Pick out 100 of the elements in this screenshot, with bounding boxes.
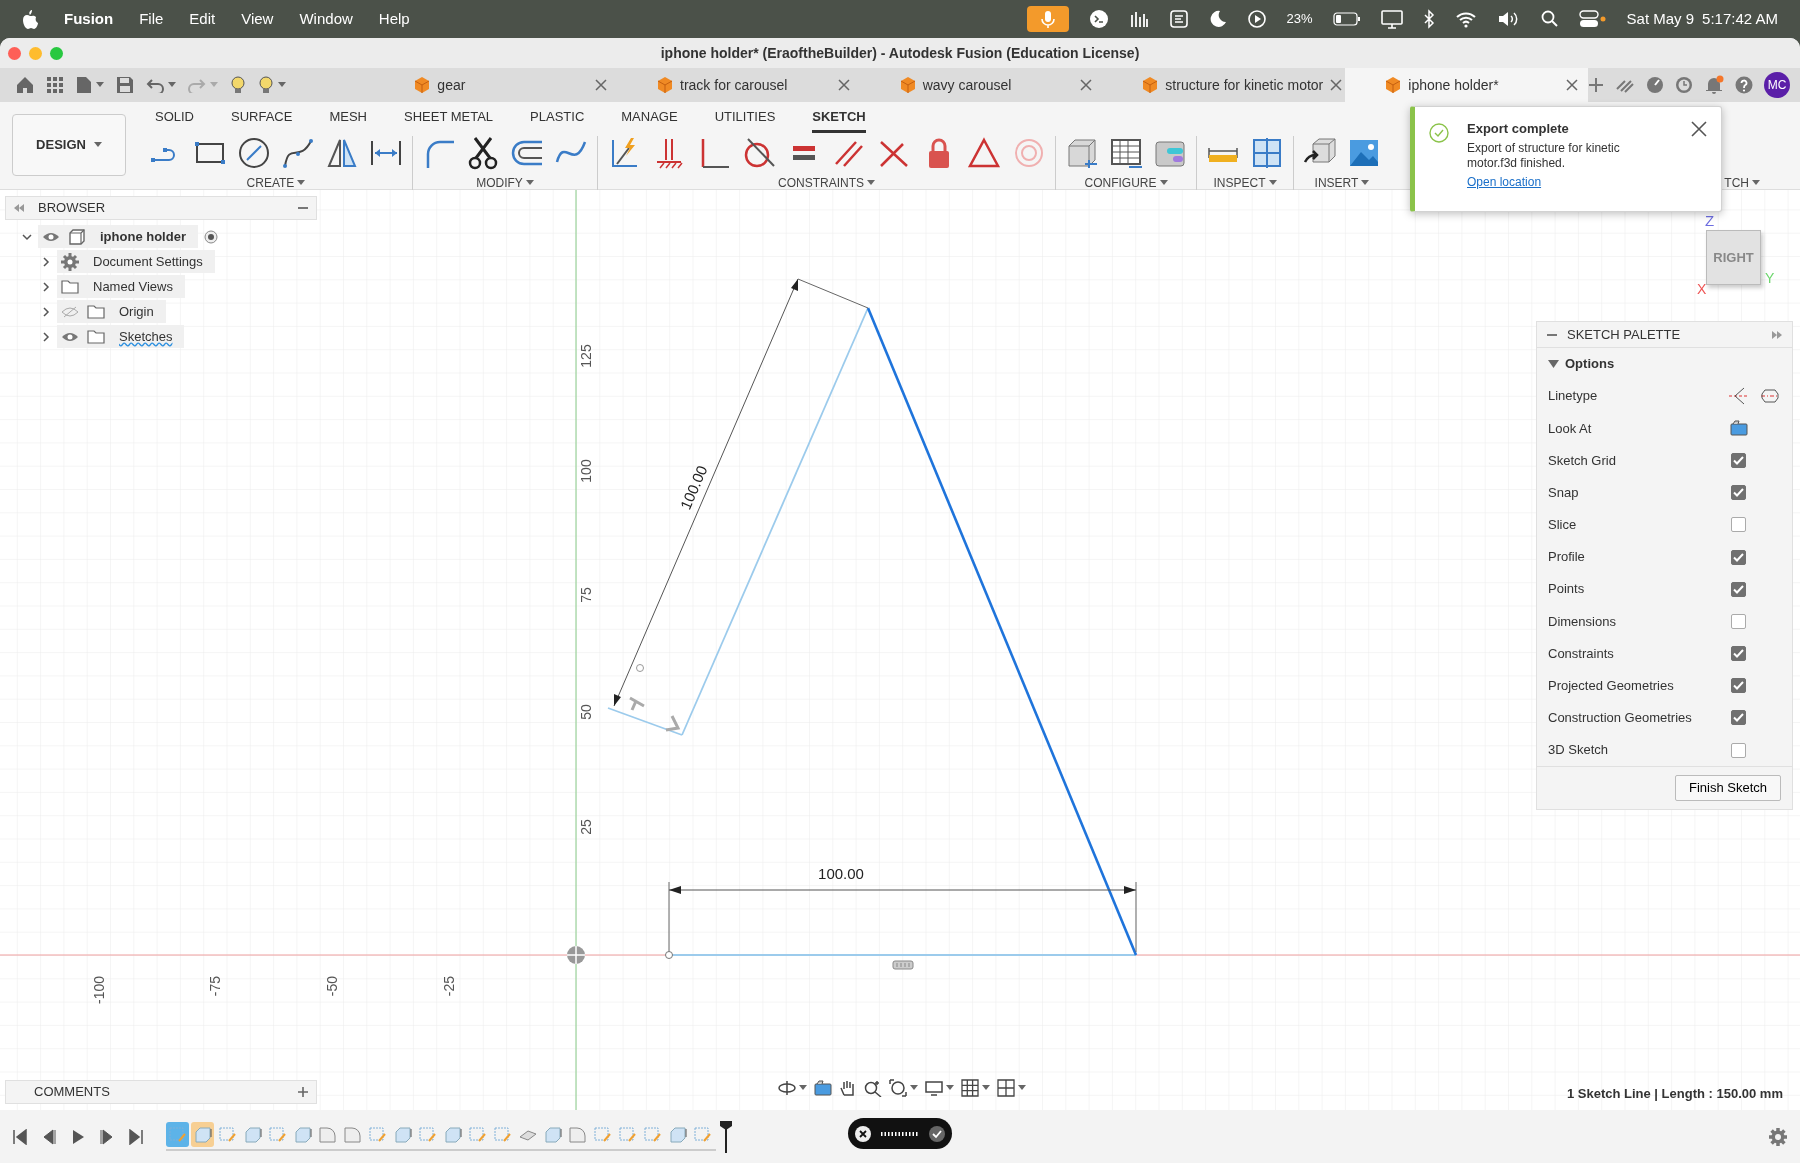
- checkbox[interactable]: [1731, 452, 1746, 468]
- checkbox[interactable]: [1731, 742, 1746, 758]
- expand-chevron-icon[interactable]: [41, 281, 51, 292]
- document-tab[interactable]: track for carousel: [617, 68, 860, 102]
- workspace-dropdown[interactable]: DESIGN: [12, 114, 126, 176]
- caret-icon[interactable]: [867, 179, 875, 186]
- finish-sketch-button[interactable]: Finish Sketch: [1674, 775, 1781, 801]
- checkbox[interactable]: [1731, 549, 1746, 565]
- toolbar-group-menu[interactable]: CONFIGURE: [1084, 173, 1168, 192]
- expand-chevron-icon[interactable]: [41, 306, 51, 317]
- display-icon[interactable]: [1380, 9, 1403, 29]
- app-menu[interactable]: Fusion: [64, 7, 114, 31]
- open-location-link[interactable]: Open location: [1467, 174, 1542, 189]
- file-icon[interactable]: [76, 76, 92, 94]
- triangle-icon[interactable]: [967, 135, 1001, 170]
- timeline-marker[interactable]: [720, 1120, 732, 1153]
- activate-radio-icon[interactable]: [203, 229, 218, 244]
- home-icon[interactable]: [16, 76, 34, 94]
- close-icon[interactable]: [1566, 79, 1578, 91]
- display-settings-icon[interactable]: [925, 1079, 943, 1097]
- toolbar-tab[interactable]: MESH: [329, 106, 367, 133]
- checkbox[interactable]: [1731, 613, 1746, 629]
- toolbar-group-menu[interactable]: CREATE: [246, 173, 306, 192]
- checkbox[interactable]: [1731, 710, 1746, 726]
- caret-icon[interactable]: [168, 82, 176, 88]
- toolbar-tab[interactable]: SKETCH: [812, 106, 866, 133]
- close-icon[interactable]: [1080, 79, 1093, 91]
- caret-icon[interactable]: [1018, 1085, 1026, 1091]
- collapse-icon[interactable]: [14, 204, 24, 212]
- toolbar-group-menu[interactable]: MODIFY: [476, 173, 534, 192]
- look-at-icon[interactable]: [814, 1079, 832, 1097]
- skip-to-start-icon[interactable]: [12, 1128, 28, 1145]
- step-forward-icon[interactable]: [99, 1128, 115, 1145]
- caret-icon[interactable]: [96, 82, 104, 88]
- bell-icon[interactable]: [1704, 75, 1724, 95]
- caret-icon[interactable]: [982, 1085, 990, 1091]
- close-icon[interactable]: [595, 79, 607, 91]
- origin-marker[interactable]: [566, 945, 586, 965]
- minimize-icon[interactable]: [1547, 333, 1557, 336]
- eye-icon[interactable]: [61, 330, 79, 343]
- skip-to-end-icon[interactable]: [128, 1128, 144, 1145]
- close-icon[interactable]: [1691, 121, 1707, 137]
- toolbar-group-menu[interactable]: TCH: [1724, 173, 1760, 192]
- caret-icon[interactable]: [1268, 179, 1277, 186]
- caret-icon[interactable]: [946, 1085, 954, 1091]
- terminal-icon[interactable]: [1088, 9, 1109, 29]
- caret-icon[interactable]: [1361, 179, 1370, 186]
- caret-icon[interactable]: [799, 1085, 807, 1091]
- caret-icon[interactable]: [525, 179, 534, 186]
- menu-item[interactable]: File: [139, 7, 164, 31]
- menu-item[interactable]: View: [241, 7, 274, 31]
- lightbulb-icon[interactable]: [230, 76, 246, 94]
- plus-icon[interactable]: [298, 1087, 308, 1097]
- audio-bars-icon[interactable]: [1128, 9, 1149, 29]
- zoom-icon[interactable]: [864, 1079, 882, 1097]
- close-button[interactable]: [8, 47, 21, 60]
- orbit-icon[interactable]: [778, 1079, 796, 1097]
- gauge-icon[interactable]: [1646, 76, 1664, 94]
- document-tab[interactable]: iphone holder*: [1345, 68, 1588, 102]
- extension-icon[interactable]: [1615, 77, 1635, 93]
- expand-icon[interactable]: [1772, 330, 1782, 339]
- cancel-icon[interactable]: [854, 1124, 872, 1143]
- caret-icon[interactable]: [1752, 179, 1760, 186]
- toolbar-tab[interactable]: UTILITIES: [714, 106, 776, 133]
- user-avatar[interactable]: MC: [1764, 72, 1790, 98]
- play-icon[interactable]: [70, 1128, 86, 1145]
- lightbulb-icon[interactable]: [258, 76, 274, 94]
- play-circle-icon[interactable]: [1246, 9, 1267, 29]
- toolbar-group-menu[interactable]: CONSTRAINTS: [778, 173, 875, 192]
- save-icon[interactable]: [116, 76, 134, 94]
- dimension-value[interactable]: 100.00: [818, 865, 864, 882]
- fit-icon[interactable]: [889, 1079, 907, 1097]
- menu-item[interactable]: Help: [378, 7, 410, 31]
- look-at-icon[interactable]: [1730, 420, 1748, 437]
- section-header[interactable]: Options: [1565, 354, 1615, 374]
- toolbar-tab[interactable]: MANAGE: [621, 106, 678, 133]
- document-icon[interactable]: [1168, 9, 1189, 29]
- document-tab[interactable]: wavy carousel: [859, 68, 1103, 102]
- centerline-icon[interactable]: [1760, 387, 1780, 406]
- caret-icon[interactable]: [297, 179, 306, 186]
- sketch-point[interactable]: [665, 951, 673, 959]
- toolbar-tab[interactable]: SOLID: [155, 106, 194, 133]
- caret-icon[interactable]: [910, 1085, 918, 1091]
- help-icon[interactable]: [1735, 76, 1753, 94]
- checkbox[interactable]: [1731, 485, 1746, 501]
- undo-icon[interactable]: [146, 77, 164, 93]
- moon-icon[interactable]: [1208, 10, 1227, 28]
- eye-icon[interactable]: [42, 230, 60, 243]
- grid-icon[interactable]: [961, 1079, 979, 1097]
- search-icon[interactable]: [1540, 10, 1559, 28]
- checkbox[interactable]: [1731, 646, 1746, 662]
- close-icon[interactable]: [1330, 79, 1343, 91]
- caret-icon[interactable]: [278, 82, 286, 88]
- step-back-icon[interactable]: [41, 1128, 57, 1145]
- plus-icon[interactable]: [1588, 77, 1604, 93]
- circle-icon[interactable]: [237, 135, 271, 170]
- apps-grid-icon[interactable]: [46, 76, 64, 94]
- checkbox[interactable]: [1731, 678, 1746, 694]
- clock-icon[interactable]: [1675, 76, 1693, 94]
- document-tab[interactable]: gear: [374, 68, 617, 102]
